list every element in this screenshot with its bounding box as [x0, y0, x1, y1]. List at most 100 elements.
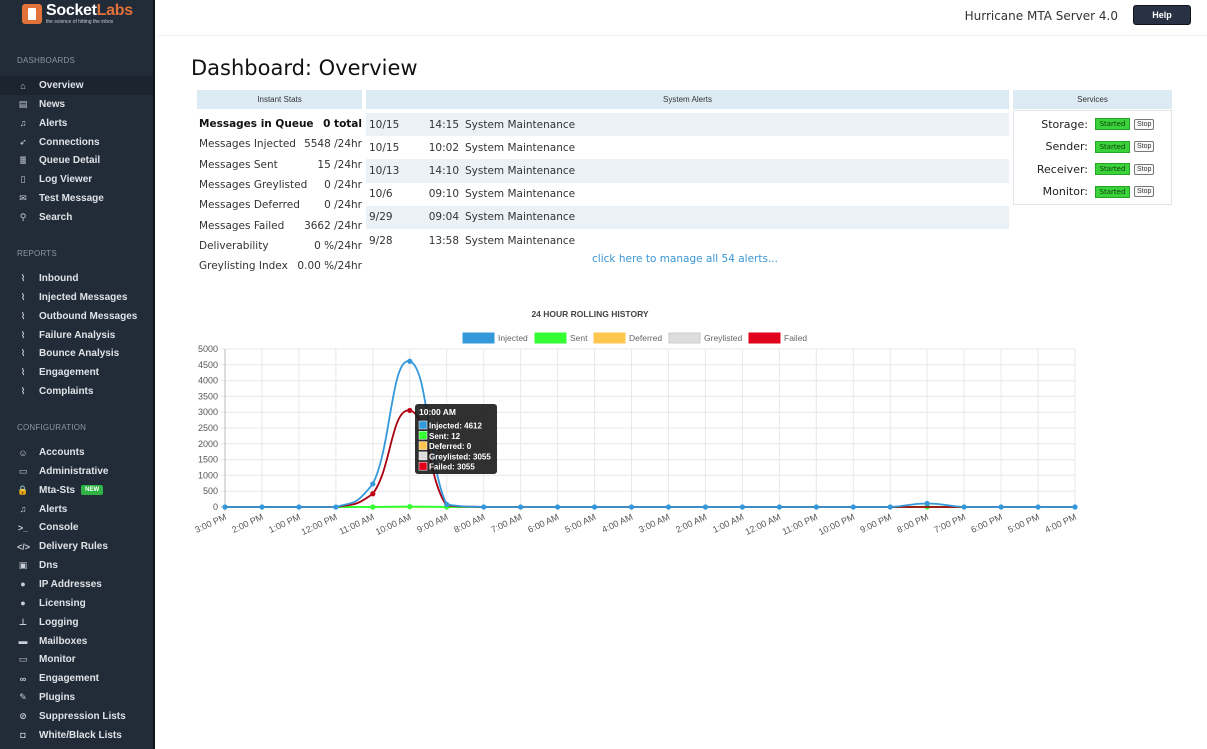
sidebar-item-ip-addresses[interactable]: ● IP Addresses: [0, 575, 153, 594]
sidebar-item-label: Complaints: [39, 386, 94, 398]
sidebar-item-connections[interactable]: ➶ Connections: [0, 133, 153, 152]
home-icon: ⌂: [20, 80, 26, 91]
alert-row[interactable]: 10/15 10:02 System Maintenance: [366, 136, 1009, 159]
sidebar-item-engagement[interactable]: ∞ Engagement: [0, 669, 153, 688]
terminal-icon: >_: [17, 522, 29, 533]
sidebar-item-plugins[interactable]: ✎ Plugins: [0, 688, 153, 707]
sidebar-item-monitor[interactable]: ▭ Monitor: [0, 650, 153, 669]
chart-title: 24 HOUR ROLLING HISTORY: [531, 309, 649, 319]
stop-sender-button[interactable]: Stop: [1134, 141, 1155, 152]
sidebar-item-alerts[interactable]: ♫ Alerts: [0, 114, 153, 133]
alert-time: 14:10: [428, 164, 459, 177]
sidebar-item-label: IP Addresses: [39, 578, 102, 590]
sidebar-item-bounce-analysis[interactable]: ⌇ Bounce Analysis: [0, 344, 153, 363]
stat-row: Messages Injected 5548 /24hr: [197, 134, 362, 154]
sidebar-item-complaints[interactable]: ⌇ Complaints: [0, 382, 153, 401]
stop-storage-button[interactable]: Stop: [1134, 118, 1155, 130]
stat-label: Messages Sent: [199, 158, 278, 171]
line-chart-icon: ⌇: [20, 329, 26, 340]
sidebar-item-news[interactable]: ▤ News: [0, 95, 153, 114]
alert-message: System Maintenance: [465, 141, 576, 154]
sidebar-item-mailboxes[interactable]: ▬ Mailboxes: [0, 632, 153, 651]
line-chart-icon: ⌇: [20, 348, 26, 359]
stop-monitor-button[interactable]: Stop: [1134, 186, 1155, 197]
service-row-monitor: Monitor: Started Stop: [1014, 182, 1171, 202]
globe-icon: ●: [20, 579, 26, 590]
alert-time: 14:15: [428, 118, 459, 131]
alert-time: 10:02: [428, 141, 459, 154]
service-name: Receiver:: [1036, 162, 1088, 176]
service-status-badge: Started: [1095, 118, 1130, 130]
service-row-storage: Storage: Started Stop: [1014, 114, 1171, 134]
sidebar-item-label: Plugins: [39, 692, 76, 704]
sidebar-item-label: News: [39, 98, 66, 110]
line-chart-icon: ⌇: [20, 310, 26, 321]
stat-label: Messages Deferred: [199, 199, 300, 212]
alert-row[interactable]: 10/13 14:10 System Maintenance: [366, 159, 1009, 183]
help-button[interactable]: Help: [1133, 5, 1191, 25]
sidebar-item-suppression-lists[interactable]: ⊘ Suppression Lists: [0, 707, 153, 726]
lock-icon: 🔒: [17, 484, 29, 495]
top-bar: Hurricane MTA Server 4.0 Help: [157, 0, 1207, 36]
sidebar-item-white-black-lists[interactable]: ◘ White/Black Lists: [0, 726, 153, 745]
service-status-badge: Started: [1095, 140, 1130, 153]
services-panel: Storage: Started Stop Sender: Started Stop Rec…: [1013, 110, 1172, 205]
newspaper-icon: ▤: [18, 98, 28, 109]
alert-message: System Maintenance: [465, 234, 576, 247]
sidebar-item-delivery-rules[interactable]: </> Delivery Rules: [0, 537, 153, 556]
sidebar-item-injected-messages[interactable]: ⌇ Injected Messages: [0, 288, 153, 307]
sidebar-item-log-viewer[interactable]: ▯ Log Viewer: [0, 170, 153, 189]
alert-date: 9/28: [369, 234, 393, 247]
sidebar-item-label: Failure Analysis: [39, 329, 116, 341]
stat-label: Messages Failed: [199, 219, 285, 232]
sidebar-item-dns[interactable]: ▣ Dns: [0, 556, 153, 575]
stat-row: Messages Sent 15 /24hr: [197, 155, 362, 175]
stat-label: Greylisting Index: [199, 260, 288, 273]
desktop-icon: ▭: [18, 654, 28, 665]
link-icon: ∞: [19, 673, 27, 684]
alert-row[interactable]: 9/28 13:58 System Maintenance: [366, 229, 1009, 252]
sidebar-item-mta-sts[interactable]: 🔒 Mta-Sts NEW: [0, 481, 153, 500]
alert-message: System Maintenance: [465, 118, 576, 131]
sidebar-item-label: Test Message: [39, 193, 104, 205]
search-icon: ⚲: [19, 211, 27, 222]
sidebar-item-search[interactable]: ⚲ Search: [0, 208, 153, 227]
sidebar-item-overview[interactable]: ⌂ Overview: [0, 76, 153, 95]
system-alerts-panel: 10/15 14:15 System Maintenance 10/15 10:02 Sy…: [366, 113, 1009, 252]
alert-row[interactable]: 10/15 14:15 System Maintenance: [366, 113, 1009, 137]
socketlabs-logo[interactable]: SocketLabs the science of hitting the in…: [22, 3, 133, 25]
sidebar-item-console[interactable]: >_ Console: [0, 518, 153, 537]
sidebar-item-test-message[interactable]: ✉ Test Message: [0, 189, 153, 208]
sidebar-section-reports: REPORTS: [17, 249, 57, 258]
sidebar-item-logging[interactable]: ⊥ Logging: [0, 613, 153, 632]
sidebar-item-queue-detail[interactable]: ≣ Queue Detail: [0, 151, 153, 170]
manage-alerts-link[interactable]: click here to manage all 54 alerts...: [366, 253, 1004, 265]
alert-time: 13:58: [428, 234, 459, 247]
alert-date: 10/15: [369, 141, 400, 154]
stop-receiver-button[interactable]: Stop: [1134, 163, 1155, 175]
sidebar-item-label: Logging: [39, 616, 79, 628]
sidebar-item-failure-analysis[interactable]: ⌇ Failure Analysis: [0, 326, 153, 345]
stat-label: Deliverability: [199, 239, 269, 252]
sidebar-item-inbound[interactable]: ⌇ Inbound: [0, 269, 153, 288]
sidebar-item-label: Suppression Lists: [39, 710, 126, 722]
sidebar-item-administrative[interactable]: ▭ Administrative: [0, 462, 153, 481]
instant-stats-header: Instant Stats: [197, 90, 362, 109]
stamp-icon: ⊥: [18, 616, 28, 627]
sidebar-item-accounts[interactable]: ☺ Accounts: [0, 443, 153, 462]
alert-message: System Maintenance: [465, 164, 576, 177]
sidebar-item-label: Alerts: [39, 117, 68, 129]
sidebar-item-label: Inbound: [39, 273, 79, 284]
line-chart-icon: ⌇: [20, 367, 26, 378]
service-row-sender: Sender: Started Stop: [1014, 137, 1171, 157]
service-status-badge: Started: [1095, 163, 1130, 175]
sidebar-item-alerts[interactable]: ♫ Alerts: [0, 500, 153, 519]
file-icon: ▯: [20, 174, 26, 185]
alert-row[interactable]: 9/29 09:04 System Maintenance: [366, 205, 1009, 229]
alert-message: System Maintenance: [465, 211, 576, 224]
sidebar-item-engagement[interactable]: ⌇ Engagement: [0, 363, 153, 382]
sidebar-item-licensing[interactable]: ● Licensing: [0, 594, 153, 613]
line-chart-icon: ⌇: [20, 386, 26, 397]
alert-row[interactable]: 10/6 09:10 System Maintenance: [366, 183, 1009, 206]
stat-value: 5548 /24hr: [304, 138, 362, 151]
